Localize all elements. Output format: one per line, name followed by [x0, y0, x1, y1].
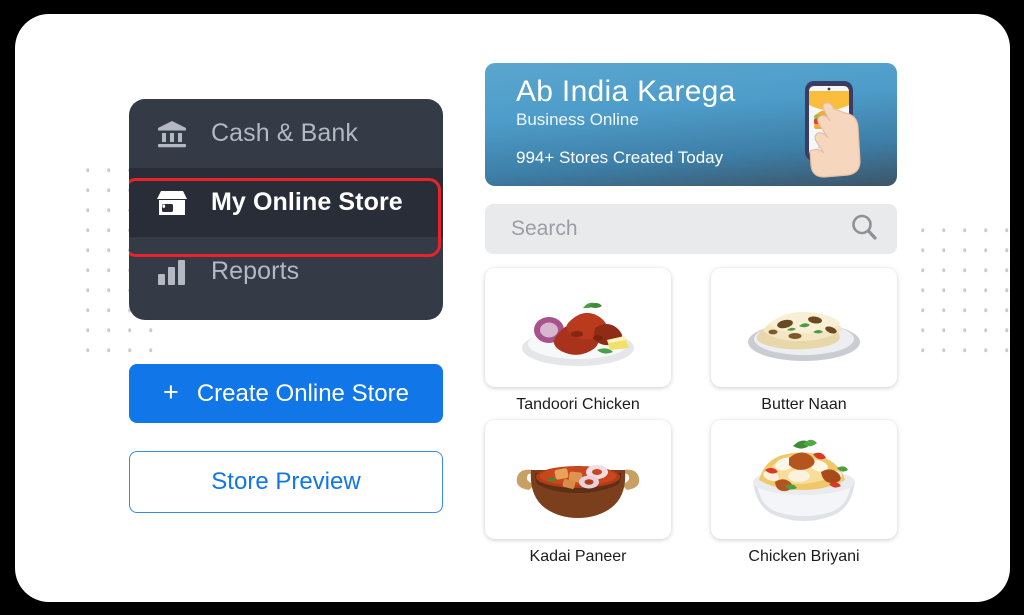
decorative-dot [954, 320, 975, 340]
search-input[interactable] [511, 217, 849, 241]
decorative-dot [98, 160, 119, 180]
create-online-store-button[interactable]: + Create Online Store [129, 364, 443, 423]
decorative-dot [933, 320, 954, 340]
decorative-dot [912, 240, 933, 260]
promo-banner[interactable]: Ab India Karega Business Online 994+ Sto… [485, 63, 897, 186]
decorative-dot [975, 220, 996, 240]
decorative-dot [975, 240, 996, 260]
decorative-dot [1017, 320, 1024, 340]
store-preview-button[interactable]: Store Preview [129, 451, 443, 513]
bar-chart-icon [155, 255, 189, 289]
decorative-dot [98, 180, 119, 200]
decorative-dot [1017, 220, 1024, 240]
decorative-dot [98, 220, 119, 240]
decorative-dot [77, 300, 98, 320]
sidebar-item-label: My Online Store [211, 188, 403, 216]
decorative-dot [98, 280, 119, 300]
decorative-dot [912, 280, 933, 300]
decorative-dot [912, 320, 933, 340]
decorative-dot [996, 320, 1017, 340]
decorative-dot [98, 300, 119, 320]
product-name: Butter Naan [761, 396, 847, 413]
decorative-dot [77, 280, 98, 300]
decorative-dot [933, 300, 954, 320]
decorative-dot [954, 340, 975, 360]
decorative-dot [98, 200, 119, 220]
decorative-dot [77, 180, 98, 200]
decorative-dot [975, 260, 996, 280]
decorative-dot [954, 220, 975, 240]
product-card: Tandoori Chicken [485, 268, 671, 414]
decorative-dot [77, 220, 98, 240]
search-bar[interactable] [485, 204, 897, 254]
decorative-dot [996, 300, 1017, 320]
decorative-dot [1017, 300, 1024, 320]
decorative-dot [954, 260, 975, 280]
decorative-dot-grid-right [912, 220, 1024, 360]
chicken-briyani-image[interactable] [711, 420, 897, 539]
decorative-dot [975, 300, 996, 320]
decorative-dot [975, 280, 996, 300]
decorative-dot [98, 260, 119, 280]
decorative-dot [912, 300, 933, 320]
right-panel: Ab India Karega Business Online 994+ Sto… [485, 63, 897, 566]
app-card: Cash & Bank My Online Store Reports + Cr… [15, 14, 1010, 602]
product-card: Chicken Briyani [711, 420, 897, 566]
decorative-dot [975, 340, 996, 360]
decorative-dot [98, 320, 119, 340]
decorative-dot [912, 220, 933, 240]
decorative-dot [77, 320, 98, 340]
sidebar-item-reports[interactable]: Reports [129, 237, 443, 306]
sidebar-item-label: Cash & Bank [211, 119, 359, 147]
product-name: Kadai Paneer [529, 548, 627, 565]
decorative-dot [996, 280, 1017, 300]
plus-icon: + [163, 377, 179, 407]
decorative-dot [1017, 240, 1024, 260]
decorative-dot [933, 220, 954, 240]
sidebar-item-cash-and-bank[interactable]: Cash & Bank [129, 99, 443, 168]
sidebar-menu: Cash & Bank My Online Store Reports [129, 99, 443, 320]
left-panel: Cash & Bank My Online Store Reports + Cr… [129, 99, 443, 513]
decorative-dot [933, 260, 954, 280]
decorative-dot [77, 160, 98, 180]
decorative-dot [975, 320, 996, 340]
decorative-dot [1017, 280, 1024, 300]
decorative-dot [996, 220, 1017, 240]
search-icon[interactable] [849, 212, 879, 247]
decorative-dot [77, 260, 98, 280]
decorative-dot [933, 240, 954, 260]
decorative-dot [933, 340, 954, 360]
decorative-dot [912, 260, 933, 280]
create-online-store-label: Create Online Store [196, 379, 409, 407]
hand-holding-phone-burger-icon [783, 75, 879, 179]
store-icon [155, 186, 189, 220]
kadai-paneer-image[interactable] [485, 420, 671, 539]
decorative-dot [98, 340, 119, 360]
decorative-dot [77, 240, 98, 260]
decorative-dot [1017, 340, 1024, 360]
sidebar-item-label: Reports [211, 257, 300, 285]
decorative-dot [996, 260, 1017, 280]
decorative-dot [954, 280, 975, 300]
product-card: Butter Naan [711, 268, 897, 414]
tandoori-chicken-image[interactable] [485, 268, 671, 387]
decorative-dot [933, 280, 954, 300]
product-grid: Tandoori Chicken Butter Naan Kadai Panee… [485, 268, 897, 566]
product-name: Chicken Briyani [748, 548, 860, 565]
product-card: Kadai Paneer [485, 420, 671, 566]
decorative-dot [98, 240, 119, 260]
decorative-dot [1017, 260, 1024, 280]
decorative-dot [996, 340, 1017, 360]
decorative-dot [77, 340, 98, 360]
decorative-dot [912, 340, 933, 360]
decorative-dot [954, 240, 975, 260]
sidebar-item-my-online-store[interactable]: My Online Store [129, 168, 443, 237]
decorative-dot [77, 200, 98, 220]
bank-icon [155, 117, 189, 151]
decorative-dot [996, 240, 1017, 260]
butter-naan-image[interactable] [711, 268, 897, 387]
decorative-dot [954, 300, 975, 320]
product-name: Tandoori Chicken [516, 396, 640, 413]
